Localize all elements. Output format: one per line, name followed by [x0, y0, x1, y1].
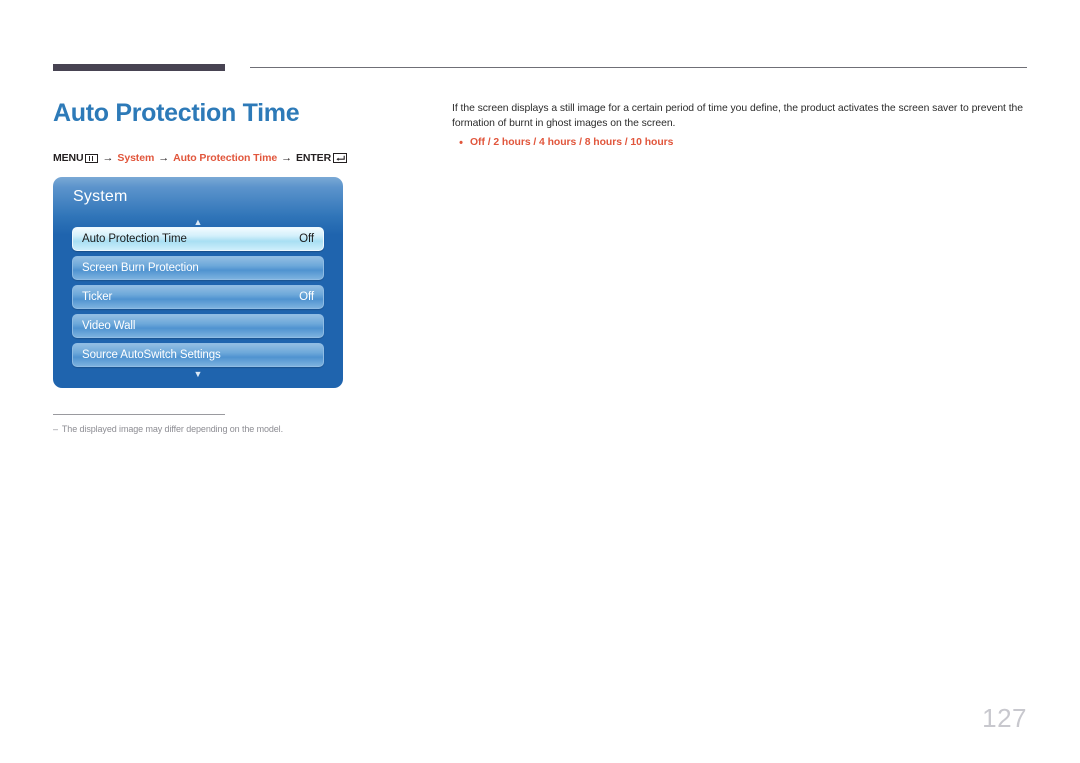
osd-menu-item-screen-burn-protection[interactable]: Screen Burn Protection — [72, 256, 324, 280]
osd-menu-item-label: Ticker — [82, 291, 113, 303]
enter-return-icon — [333, 153, 348, 163]
breadcrumb: MENU → System → Auto Protection Time → E… — [53, 152, 348, 164]
breadcrumb-arrow-1: → — [102, 152, 114, 164]
footnote: – The displayed image may differ dependin… — [53, 424, 283, 434]
osd-menu-list: Auto Protection Time Off Screen Burn Pro… — [72, 227, 324, 372]
osd-menu-item-source-autoswitch-settings[interactable]: Source AutoSwitch Settings — [72, 343, 324, 367]
description-paragraph: If the screen displays a still image for… — [452, 103, 1024, 129]
header-rule-thin — [250, 67, 1027, 68]
osd-menu-item-ticker[interactable]: Ticker Off — [72, 285, 324, 309]
footnote-rule — [53, 414, 225, 415]
osd-menu-item-value: Off — [299, 291, 314, 303]
osd-menu-item-label: Auto Protection Time — [82, 233, 187, 245]
page-number: 127 — [982, 703, 1027, 733]
osd-menu-item-video-wall[interactable]: Video Wall — [72, 314, 324, 338]
osd-panel-title: System — [73, 188, 128, 205]
list-item: • Off / 2 hours / 4 hours / 8 hours / 10… — [452, 136, 1030, 150]
osd-menu-panel: System ▲ Auto Protection Time Off Screen… — [53, 177, 343, 388]
breadcrumb-enter-label: ENTER — [295, 152, 332, 164]
chevron-up-icon[interactable]: ▲ — [53, 218, 343, 227]
osd-menu-item-value: Off — [299, 233, 314, 245]
breadcrumb-arrow-2: → — [158, 152, 170, 164]
header-rule-thick — [53, 64, 225, 71]
page-title: Auto Protection Time — [53, 99, 300, 127]
breadcrumb-step-system[interactable]: System — [117, 152, 154, 164]
breadcrumb-menu-label: MENU — [53, 152, 84, 164]
breadcrumb-step-item[interactable]: Auto Protection Time — [173, 152, 277, 164]
menu-grid-icon — [84, 153, 98, 163]
bullet-icon: • — [459, 137, 463, 149]
osd-menu-item-label: Video Wall — [82, 320, 136, 332]
osd-menu-item-auto-protection-time[interactable]: Auto Protection Time Off — [72, 227, 324, 251]
option-values-text: Off / 2 hours / 4 hours / 8 hours / 10 h… — [470, 137, 674, 148]
footnote-text: The displayed image may differ depending… — [61, 424, 283, 434]
breadcrumb-arrow-3: → — [281, 152, 292, 164]
footnote-dash: – — [53, 424, 58, 434]
option-values-list: • Off / 2 hours / 4 hours / 8 hours / 10… — [452, 136, 1030, 150]
chevron-down-icon[interactable]: ▼ — [53, 370, 343, 379]
osd-menu-item-label: Screen Burn Protection — [82, 262, 199, 274]
osd-menu-item-label: Source AutoSwitch Settings — [82, 349, 221, 361]
